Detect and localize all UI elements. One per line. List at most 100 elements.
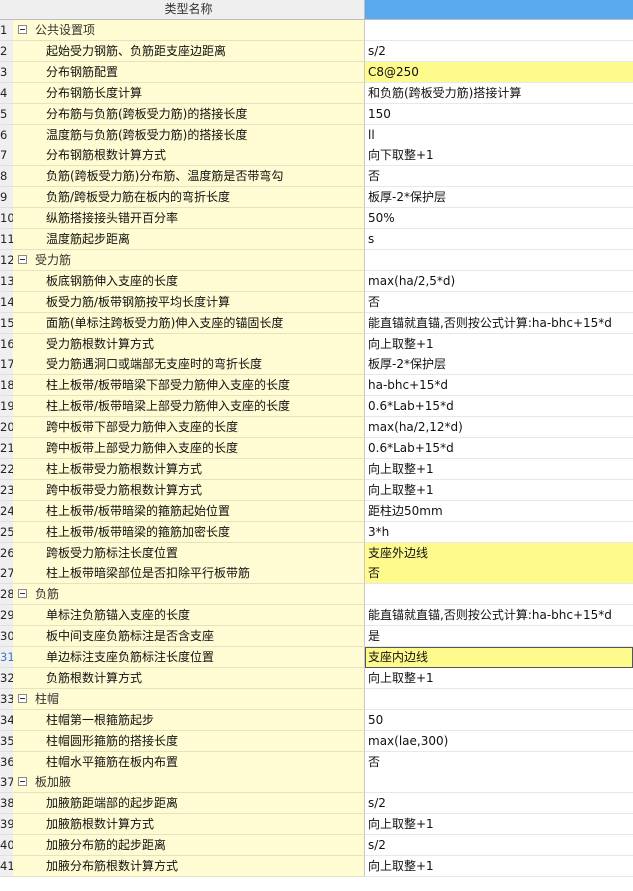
property-name-cell[interactable]: 板受力筋/板带钢筋按平均长度计算	[13, 291, 365, 313]
group-name-cell[interactable]: 公共设置项	[13, 20, 365, 41]
collapse-toggle-icon[interactable]	[18, 254, 27, 264]
property-name-cell[interactable]: 柱上板带/板带暗梁上部受力筋伸入支座的长度	[13, 396, 365, 418]
property-name-cell[interactable]: 受力筋根数计算方式	[13, 333, 365, 355]
group-name-cell[interactable]: 柱帽	[13, 688, 365, 710]
property-value-cell[interactable]: 是	[365, 626, 633, 648]
property-value-cell[interactable]: s/2	[365, 40, 633, 62]
property-row[interactable]: 39 加腋筋根数计算方式 向上取整+1	[0, 814, 633, 836]
property-row[interactable]: 2 起始受力钢筋、负筋距支座边距离 s/2	[0, 40, 633, 62]
property-value-cell[interactable]: s/2	[365, 835, 633, 857]
property-row[interactable]: 10 纵筋搭接接头错开百分率 50%	[0, 208, 633, 230]
property-value-cell[interactable]: 150	[365, 103, 633, 125]
property-value-cell[interactable]: 支座外边线	[365, 542, 633, 564]
property-name-cell[interactable]: 加腋筋根数计算方式	[13, 814, 365, 836]
property-name-cell[interactable]: 板底钢筋伸入支座的长度	[13, 270, 365, 292]
property-name-cell[interactable]: 起始受力钢筋、负筋距支座边距离	[13, 40, 365, 62]
property-value-cell[interactable]: 0.6*Lab+15*d	[365, 438, 633, 459]
property-name-cell[interactable]: 跨中板带下部受力筋伸入支座的长度	[13, 417, 365, 439]
property-value-cell[interactable]: C8@250	[365, 61, 633, 83]
property-name-cell[interactable]: 负筋根数计算方式	[13, 667, 365, 689]
property-value-cell[interactable]: 0.6*Lab+15*d	[365, 396, 633, 418]
property-row[interactable]: 20 跨中板带下部受力筋伸入支座的长度 max(ha/2,12*d)	[0, 417, 633, 439]
property-name-cell[interactable]: 跨中板带上部受力筋伸入支座的长度	[13, 438, 365, 459]
property-row[interactable]: 15 面筋(单标注跨板受力筋)伸入支座的锚固长度 能直锚就直锚,否则按公式计算:ha…	[0, 312, 633, 334]
property-name-cell[interactable]: 加腋分布筋根数计算方式	[13, 856, 365, 877]
property-value-cell[interactable]: max(ha/2,12*d)	[365, 417, 633, 439]
property-row[interactable]: 38 加腋筋距端部的起步距离 s/2	[0, 793, 633, 815]
property-value-cell[interactable]: ha-bhc+15*d	[365, 375, 633, 397]
property-row[interactable]: 9 负筋/跨板受力筋在板内的弯折长度 板厚-2*保护层	[0, 187, 633, 209]
property-value-cell[interactable]: 50%	[365, 208, 633, 230]
property-row[interactable]: 17 受力筋遇洞口或端部无支座时的弯折长度 板厚-2*保护层	[0, 354, 633, 376]
property-row[interactable]: 19 柱上板带/板带暗梁上部受力筋伸入支座的长度 0.6*Lab+15*d	[0, 396, 633, 418]
property-value-cell[interactable]: 向上取整+1	[365, 458, 633, 480]
collapse-toggle-icon[interactable]	[18, 589, 27, 599]
group-name-cell[interactable]: 负筋	[13, 584, 365, 606]
property-value-cell[interactable]: 向上取整+1	[365, 856, 633, 877]
property-name-cell[interactable]: 柱上板带/板带暗梁的箍筋加密长度	[13, 521, 365, 543]
property-row[interactable]: 31 单边标注支座负筋标注长度位置 支座内边线	[0, 647, 633, 668]
property-name-cell[interactable]: 柱帽水平箍筋在板内布置	[13, 751, 365, 773]
property-name-cell[interactable]: 单标注负筋锚入支座的长度	[13, 605, 365, 627]
property-name-cell[interactable]: 纵筋搭接接头错开百分率	[13, 208, 365, 230]
property-name-cell[interactable]: 分布筋与负筋(跨板受力筋)的搭接长度	[13, 103, 365, 125]
property-name-cell[interactable]: 面筋(单标注跨板受力筋)伸入支座的锚固长度	[13, 312, 365, 334]
property-row[interactable]: 25 柱上板带/板带暗梁的箍筋加密长度 3*h	[0, 521, 633, 543]
property-row[interactable]: 22 柱上板带受力筋根数计算方式 向上取整+1	[0, 458, 633, 480]
property-name-cell[interactable]: 温度筋与负筋(跨板受力筋)的搭接长度	[13, 124, 365, 146]
property-name-cell[interactable]: 柱上板带暗梁部位是否扣除平行板带筋	[13, 563, 365, 585]
property-value-cell[interactable]: ll	[365, 124, 633, 146]
property-row[interactable]: 35 柱帽圆形箍筋的搭接长度 max(lae,300)	[0, 730, 633, 752]
group-row[interactable]: 33 柱帽	[0, 688, 633, 710]
value-column-header[interactable]	[365, 0, 633, 19]
property-value-cell[interactable]: 能直锚就直锚,否则按公式计算:ha-bhc+15*d	[365, 605, 633, 627]
property-row[interactable]: 4 分布钢筋长度计算 和负筋(跨板受力筋)搭接计算	[0, 82, 633, 104]
property-name-cell[interactable]: 受力筋遇洞口或端部无支座时的弯折长度	[13, 354, 365, 376]
property-row[interactable]: 7 分布钢筋根数计算方式 向下取整+1	[0, 145, 633, 167]
property-name-cell[interactable]: 板中间支座负筋标注是否含支座	[13, 626, 365, 648]
property-row[interactable]: 18 柱上板带/板带暗梁下部受力筋伸入支座的长度 ha-bhc+15*d	[0, 375, 633, 397]
group-row[interactable]: 28 负筋	[0, 584, 633, 606]
property-name-cell[interactable]: 分布钢筋根数计算方式	[13, 145, 365, 167]
property-value-cell[interactable]: 支座内边线	[365, 647, 633, 668]
property-name-cell[interactable]: 加腋分布筋的起步距离	[13, 835, 365, 857]
property-row[interactable]: 14 板受力筋/板带钢筋按平均长度计算 否	[0, 291, 633, 313]
property-row[interactable]: 32 负筋根数计算方式 向上取整+1	[0, 667, 633, 689]
property-row[interactable]: 34 柱帽第一根箍筋起步 50	[0, 709, 633, 731]
property-value-cell[interactable]: 否	[365, 563, 633, 585]
property-row[interactable]: 24 柱上板带/板带暗梁的箍筋起始位置 距柱边50mm	[0, 500, 633, 522]
property-row[interactable]: 40 加腋分布筋的起步距离 s/2	[0, 835, 633, 857]
property-value-cell[interactable]: 向上取整+1	[365, 479, 633, 501]
group-row[interactable]: 37 板加腋	[0, 772, 633, 794]
property-row[interactable]: 21 跨中板带上部受力筋伸入支座的长度 0.6*Lab+15*d	[0, 438, 633, 459]
property-name-cell[interactable]: 柱上板带/板带暗梁下部受力筋伸入支座的长度	[13, 375, 365, 397]
property-value-cell[interactable]: 能直锚就直锚,否则按公式计算:ha-bhc+15*d	[365, 312, 633, 334]
property-row[interactable]: 36 柱帽水平箍筋在板内布置 否	[0, 751, 633, 773]
property-value-cell[interactable]: 向下取整+1	[365, 145, 633, 167]
property-value-cell[interactable]: 否	[365, 751, 633, 773]
property-name-cell[interactable]: 柱帽第一根箍筋起步	[13, 709, 365, 731]
property-row[interactable]: 26 跨板受力筋标注长度位置 支座外边线	[0, 542, 633, 564]
property-name-cell[interactable]: 加腋筋距端部的起步距离	[13, 793, 365, 815]
property-value-cell[interactable]: 和负筋(跨板受力筋)搭接计算	[365, 82, 633, 104]
property-name-cell[interactable]: 柱帽圆形箍筋的搭接长度	[13, 730, 365, 752]
property-value-cell[interactable]: 否	[365, 166, 633, 188]
property-row[interactable]: 16 受力筋根数计算方式 向上取整+1	[0, 333, 633, 355]
property-name-cell[interactable]: 分布钢筋长度计算	[13, 82, 365, 104]
property-row[interactable]: 11 温度筋起步距离 s	[0, 229, 633, 250]
property-row[interactable]: 27 柱上板带暗梁部位是否扣除平行板带筋 否	[0, 563, 633, 585]
property-row[interactable]: 6 温度筋与负筋(跨板受力筋)的搭接长度 ll	[0, 124, 633, 146]
property-value-cell[interactable]: max(ha/2,5*d)	[365, 270, 633, 292]
property-row[interactable]: 13 板底钢筋伸入支座的长度 max(ha/2,5*d)	[0, 270, 633, 292]
property-value-cell[interactable]: max(lae,300)	[365, 730, 633, 752]
property-value-cell[interactable]: 向上取整+1	[365, 814, 633, 836]
collapse-toggle-icon[interactable]	[18, 693, 27, 703]
property-name-cell[interactable]: 负筋/跨板受力筋在板内的弯折长度	[13, 187, 365, 209]
property-row[interactable]: 41 加腋分布筋根数计算方式 向上取整+1	[0, 856, 633, 877]
group-name-cell[interactable]: 板加腋	[13, 772, 365, 794]
property-row[interactable]: 30 板中间支座负筋标注是否含支座 是	[0, 626, 633, 648]
property-name-cell[interactable]: 柱上板带/板带暗梁的箍筋起始位置	[13, 500, 365, 522]
property-row[interactable]: 29 单标注负筋锚入支座的长度 能直锚就直锚,否则按公式计算:ha-bhc+15*d	[0, 605, 633, 627]
property-value-cell[interactable]: 板厚-2*保护层	[365, 354, 633, 376]
property-value-cell[interactable]: s/2	[365, 793, 633, 815]
